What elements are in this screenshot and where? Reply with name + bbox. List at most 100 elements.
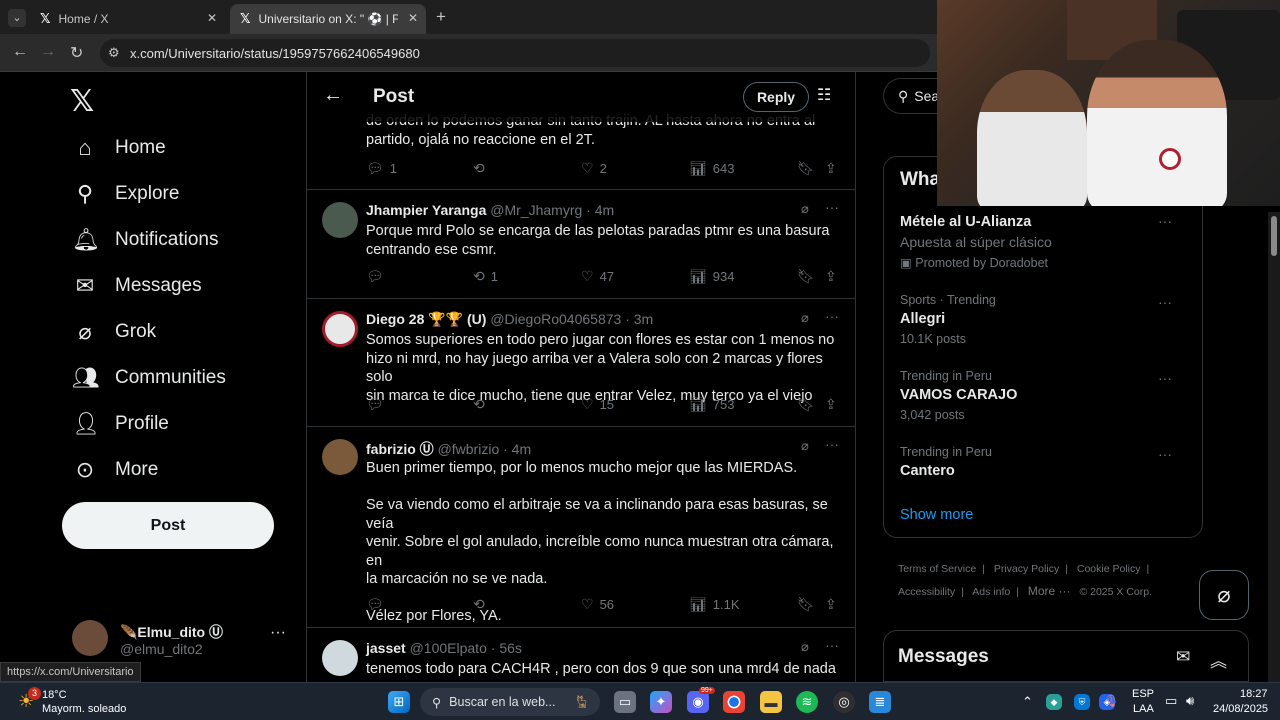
share-action[interactable]: ⇪ bbox=[825, 596, 843, 613]
more-dots-icon[interactable]: ··· bbox=[1158, 370, 1172, 386]
reload-icon[interactable]: ↻ bbox=[70, 43, 83, 63]
repost-action[interactable]: ⟲ bbox=[473, 596, 491, 613]
site-info-icon[interactable]: ⚙ bbox=[108, 45, 120, 61]
avatar[interactable] bbox=[322, 311, 358, 347]
tweet-time[interactable]: · 4m bbox=[586, 202, 614, 218]
nav-messages[interactable]: ✉ Messages bbox=[72, 266, 202, 306]
spotify-icon[interactable]: ≋ bbox=[796, 691, 818, 713]
more-dots-icon[interactable]: ··· bbox=[270, 624, 286, 642]
messages-drawer[interactable]: Messages ✉ ︽ bbox=[883, 630, 1249, 682]
bookmark-action[interactable]: 🔖︎ bbox=[797, 160, 821, 177]
bookmark-action[interactable]: 🔖︎ bbox=[797, 268, 821, 285]
account-switcher[interactable]: 🪶Elmu_dito Ⓤ @elmu_dito2 ··· bbox=[72, 620, 292, 660]
like-action[interactable]: ♡ 15 bbox=[581, 396, 614, 413]
reply-button[interactable]: Reply bbox=[743, 82, 809, 112]
security-shield-icon[interactable]: ⛨ bbox=[1074, 694, 1090, 710]
taskbar-search[interactable]: ⚲ Buscar en la web... 🦌︎ bbox=[420, 688, 600, 716]
author-name[interactable]: fabrizio Ⓤ bbox=[366, 441, 434, 457]
tab-list-chevron-icon[interactable]: ⌄ bbox=[8, 9, 26, 27]
volume-icon[interactable]: 🔊︎ bbox=[1186, 693, 1194, 709]
more-dots-icon[interactable]: ··· bbox=[1158, 446, 1172, 462]
author-handle[interactable]: @fwbrizio bbox=[438, 441, 500, 457]
tray-chevron-up-icon[interactable]: ⌃ bbox=[1022, 694, 1033, 710]
x-logo-icon[interactable]: 𝕏 bbox=[70, 84, 94, 119]
tweet-time[interactable]: · 56s bbox=[491, 640, 522, 656]
scrollbar-thumb[interactable] bbox=[1271, 216, 1277, 256]
tweet-item[interactable]: fabrizio Ⓤ @fwbrizio · 4m ⌀ ··· Buen pri… bbox=[307, 427, 855, 628]
tweet-time[interactable]: · 4m bbox=[503, 441, 531, 457]
close-icon[interactable]: ✕ bbox=[408, 11, 418, 25]
author-name[interactable]: jasset bbox=[366, 640, 406, 656]
windows-start-icon[interactable]: ⊞ bbox=[388, 691, 410, 713]
new-tab-icon[interactable]: + bbox=[436, 7, 446, 27]
close-icon[interactable]: ✕ bbox=[207, 11, 217, 25]
reply-action[interactable]: 💬︎ bbox=[366, 268, 390, 285]
more-dots-icon[interactable]: ··· bbox=[825, 308, 839, 324]
nav-more[interactable]: ⊙ More bbox=[72, 450, 159, 490]
nav-explore[interactable]: ⚲ Explore bbox=[72, 174, 179, 214]
footer-accessibility[interactable]: Accessibility bbox=[898, 586, 955, 598]
tweet-item[interactable]: jasset @100Elpato · 56s ⌀ ··· tenemos to… bbox=[307, 628, 855, 682]
tray-app-icon[interactable]: ◆ bbox=[1046, 694, 1062, 710]
nav-profile[interactable]: 👤︎ Profile bbox=[72, 404, 169, 444]
post-button[interactable]: Post bbox=[62, 502, 274, 549]
grok-icon[interactable]: ⌀ bbox=[801, 201, 809, 217]
nav-home[interactable]: ⌂ Home bbox=[72, 128, 165, 168]
reply-action[interactable]: 💬︎ bbox=[366, 396, 390, 413]
url-field[interactable]: ⚙ x.com/Universitario/status/19597576624… bbox=[100, 39, 930, 67]
repost-action[interactable]: ⟲ bbox=[473, 396, 491, 413]
microphone-icon[interactable]: 🎙︎ bbox=[1104, 694, 1119, 708]
share-action[interactable]: ⇪ bbox=[825, 268, 843, 285]
like-action[interactable]: ♡ 56 bbox=[581, 596, 614, 613]
trend-item[interactable]: Trending in Peru VAMOS CARAJO 3,042 post… bbox=[900, 369, 1190, 422]
reply-action[interactable]: 💬︎ 1 bbox=[366, 160, 397, 177]
repost-action[interactable]: ⟲ bbox=[473, 160, 491, 177]
grok-icon[interactable]: ⌀ bbox=[801, 639, 809, 655]
author-handle[interactable]: @Mr_Jhamyrg bbox=[490, 202, 582, 218]
more-dots-icon[interactable]: ··· bbox=[1158, 213, 1172, 229]
views-action[interactable]: 📊︎ 643 bbox=[689, 160, 734, 177]
weather-widget[interactable]: ☀ 3 18°C Mayorm. soleado bbox=[16, 687, 136, 717]
repost-action[interactable]: ⟲ 1 bbox=[473, 268, 498, 285]
discord-icon[interactable]: ◉ bbox=[687, 691, 709, 713]
tab-home[interactable]: 𝕏 Home / X ✕ bbox=[30, 4, 225, 34]
back-icon[interactable]: ← bbox=[12, 43, 28, 61]
obs-icon[interactable]: ◎ bbox=[833, 691, 855, 713]
keyboard-layout[interactable]: LAA bbox=[1133, 703, 1154, 715]
trend-item[interactable]: Trending in Peru Cantero bbox=[900, 445, 1190, 479]
footer-more[interactable]: More ··· bbox=[1028, 584, 1071, 598]
author-handle[interactable]: @100Elpato bbox=[410, 640, 487, 656]
bookmark-action[interactable]: 🔖︎ bbox=[797, 396, 821, 413]
clock-time[interactable]: 18:27 bbox=[1240, 688, 1268, 700]
bookmark-action[interactable]: 🔖︎ bbox=[797, 596, 821, 613]
footer-terms[interactable]: Terms of Service bbox=[898, 563, 976, 575]
reply-action[interactable]: 💬︎ bbox=[366, 596, 390, 613]
new-message-icon[interactable]: ✉ bbox=[1176, 647, 1190, 667]
more-dots-icon[interactable]: ··· bbox=[825, 199, 839, 215]
tweet-time[interactable]: · 3m bbox=[625, 311, 653, 327]
tweet-item[interactable]: Jhampier Yaranga @Mr_Jhamyrg · 4m ⌀ ··· … bbox=[307, 190, 855, 299]
like-action[interactable]: ♡ 2 bbox=[581, 160, 607, 177]
avatar[interactable] bbox=[322, 640, 358, 676]
author-handle[interactable]: @DiegoRo04065873 bbox=[490, 311, 621, 327]
notepad-icon[interactable]: ≣ bbox=[869, 691, 891, 713]
like-action[interactable]: ♡ 47 bbox=[581, 268, 614, 285]
footer-privacy[interactable]: Privacy Policy bbox=[994, 563, 1059, 575]
views-action[interactable]: 📊︎ 1.1K bbox=[689, 596, 740, 613]
file-explorer-icon[interactable]: ▬ bbox=[760, 691, 782, 713]
grok-icon[interactable]: ⌀ bbox=[801, 438, 809, 454]
nav-communities[interactable]: 👥︎ Communities bbox=[72, 358, 226, 398]
clock-date[interactable]: 24/08/2025 bbox=[1213, 703, 1268, 715]
more-dots-icon[interactable]: ··· bbox=[825, 436, 839, 452]
grok-floating-button[interactable]: ⌀ bbox=[1199, 570, 1249, 620]
tab-universitario[interactable]: 𝕏 Universitario on X: " ⚽ | FINAL ✕ bbox=[230, 4, 426, 34]
more-dots-icon[interactable]: ··· bbox=[1158, 294, 1172, 310]
filter-sliders-icon[interactable]: ☷ bbox=[817, 85, 831, 105]
tweet-item[interactable]: Diego 28 🏆🏆 (U) @DiegoRo04065873 · 3m ⌀ … bbox=[307, 299, 855, 427]
footer-ads-info[interactable]: Ads info bbox=[972, 586, 1010, 598]
avatar[interactable] bbox=[322, 202, 358, 238]
network-icon[interactable]: ▭ bbox=[1165, 693, 1177, 709]
chrome-icon[interactable] bbox=[723, 691, 745, 713]
more-dots-icon[interactable]: ··· bbox=[825, 637, 839, 653]
keyboard-language[interactable]: ESP bbox=[1132, 688, 1154, 700]
